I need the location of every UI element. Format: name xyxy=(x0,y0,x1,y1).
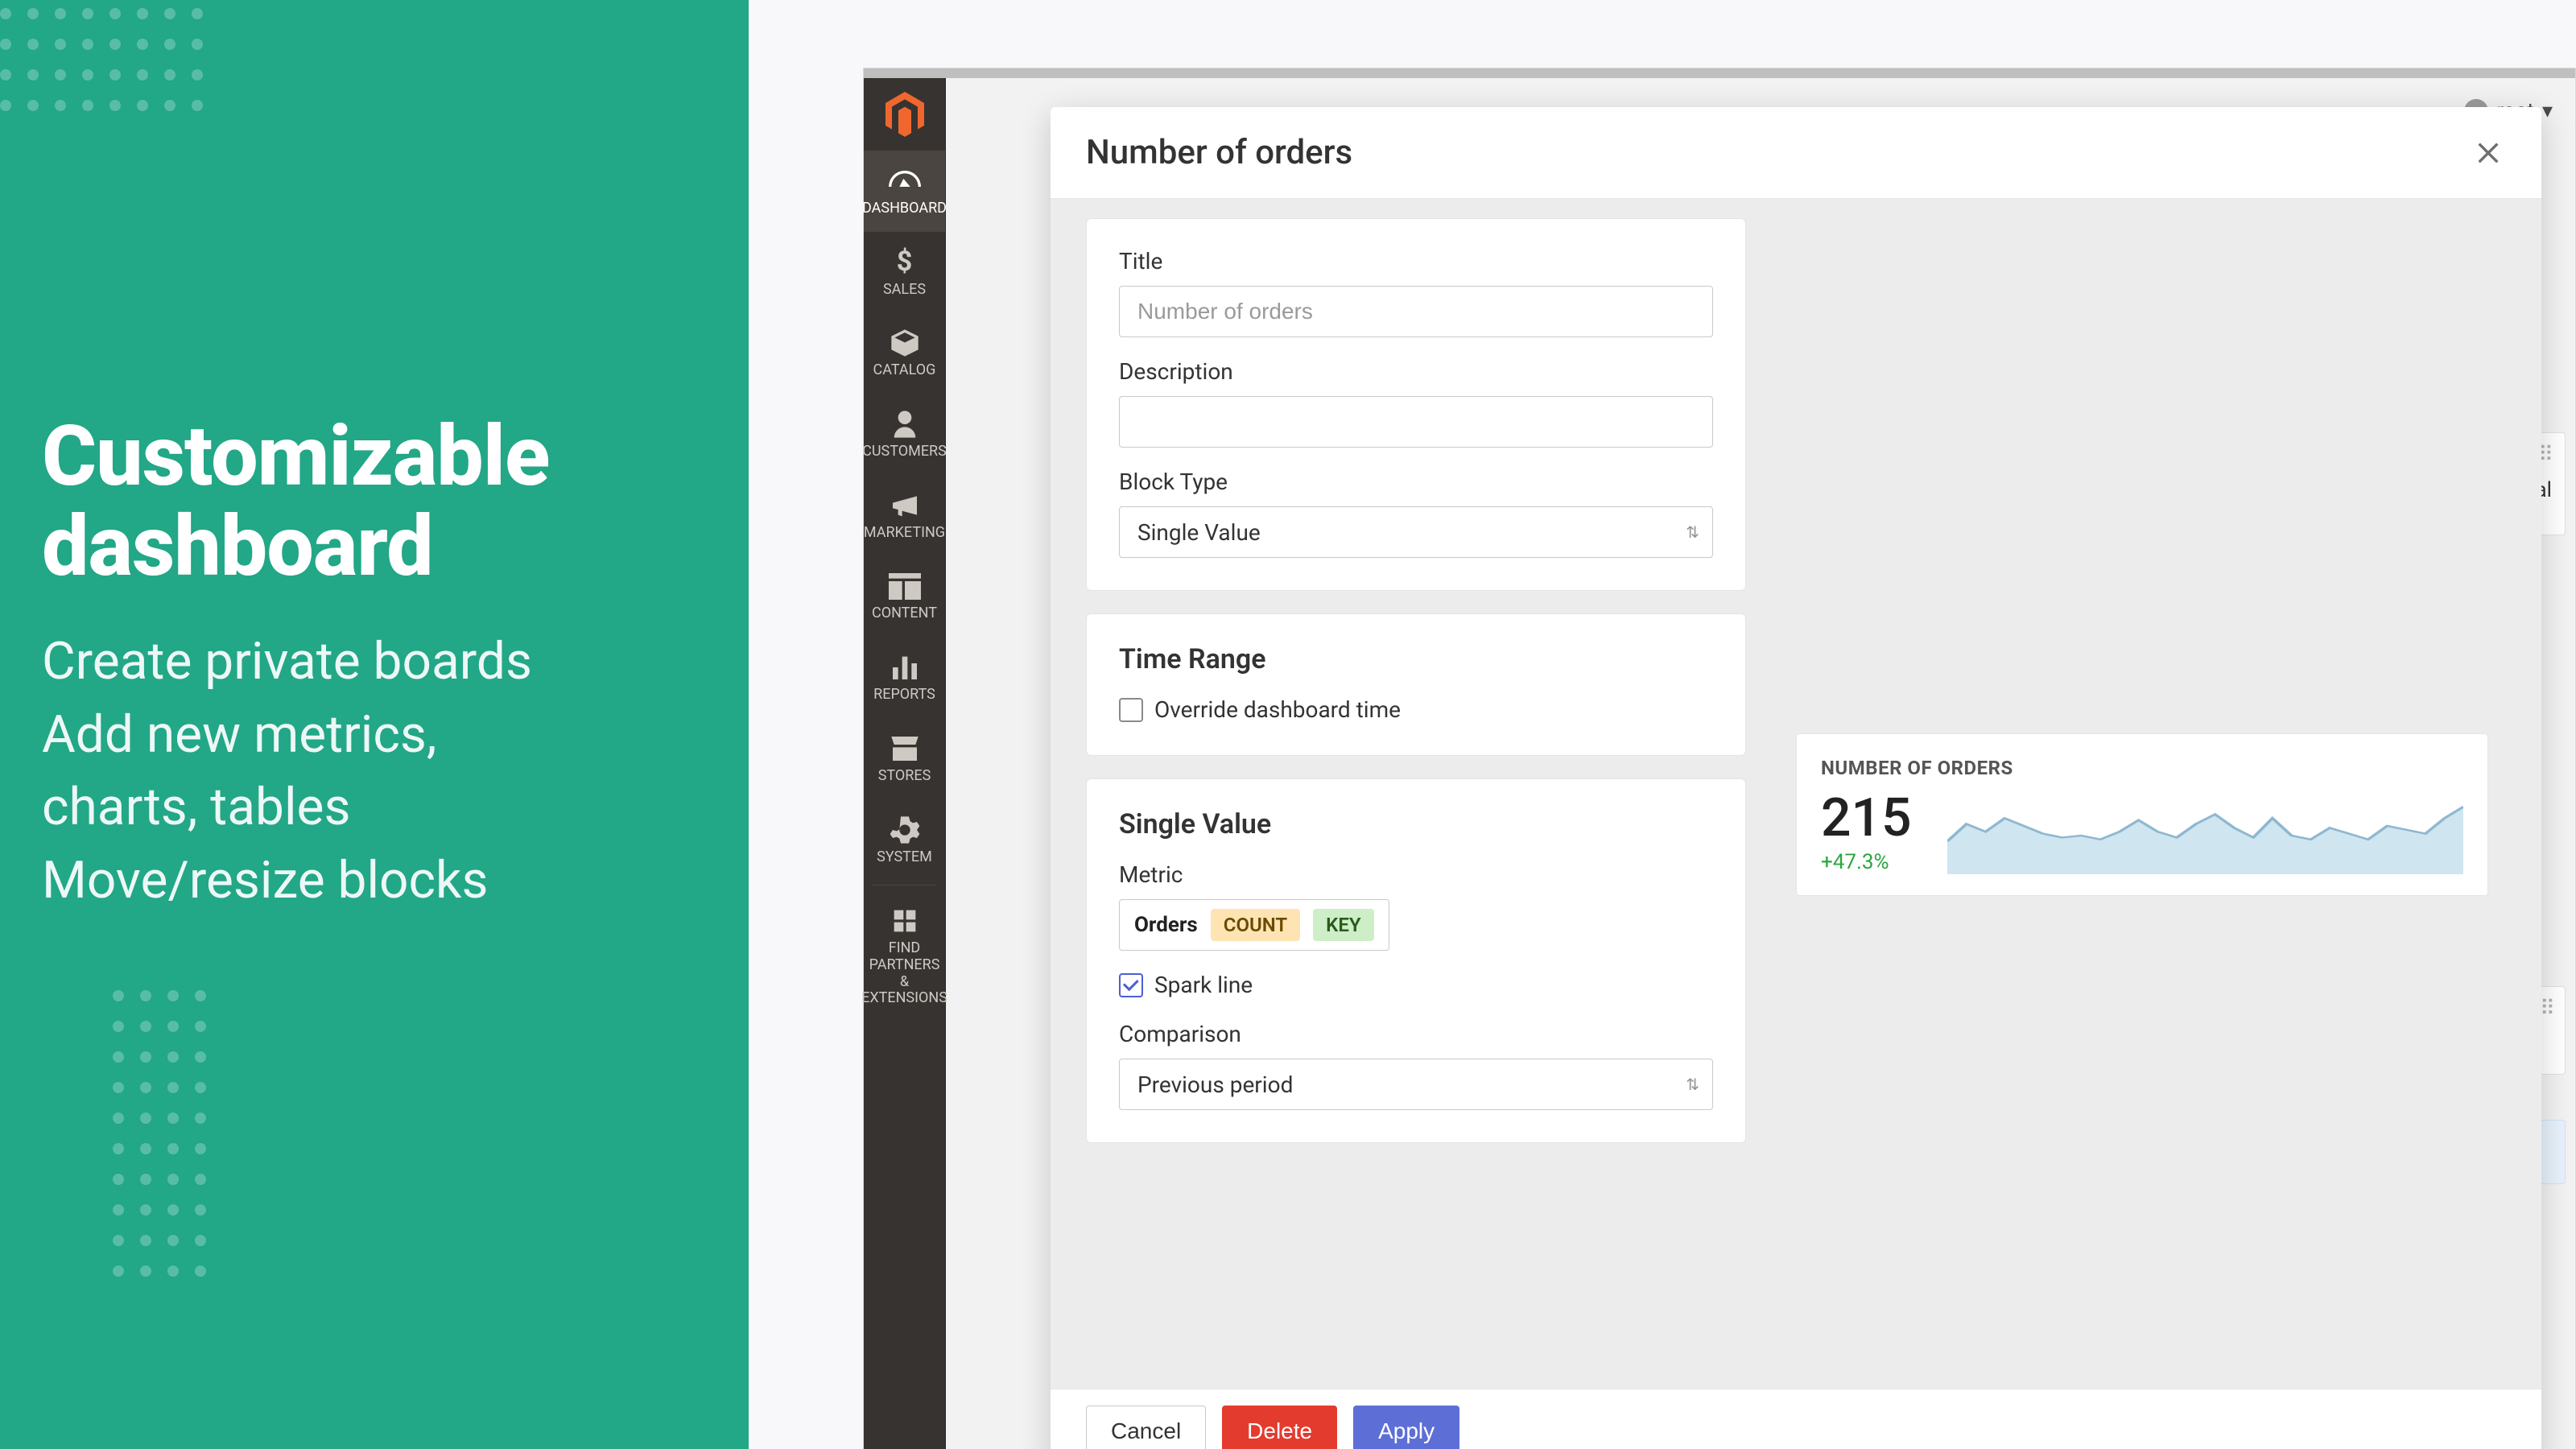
title-label: Title xyxy=(1119,248,1713,275)
comparison-select[interactable]: Previous period ⇅ xyxy=(1119,1059,1713,1110)
blocktype-select[interactable]: Single Value ⇅ xyxy=(1119,506,1713,558)
description-input[interactable] xyxy=(1119,396,1713,448)
sidebar-item-label: SYSTEM xyxy=(877,849,932,866)
description-label: Description xyxy=(1119,358,1713,385)
sidebar-item-label: CONTENT xyxy=(872,605,937,622)
sidebar-item-label: REPORTS xyxy=(873,687,935,704)
form-column: Title Description Block Type Single Val xyxy=(1086,218,1746,1389)
store-icon xyxy=(889,736,921,762)
metric-tag-key: KEY xyxy=(1313,909,1374,941)
app-sidebar: DASHBOARD $ SALES CATALOG CUSTOMERS MARK… xyxy=(864,78,946,1449)
metric-value: Orders xyxy=(1134,913,1198,937)
title-input[interactable] xyxy=(1119,286,1713,337)
metric-select[interactable]: Orders COUNT KEY xyxy=(1119,899,1389,951)
sidebar-item-label: CUSTOMERS xyxy=(862,444,947,460)
modal-footer: Cancel Delete Apply xyxy=(1051,1389,2541,1449)
sidebar-item-marketing[interactable]: MARKETING xyxy=(864,475,945,556)
dollar-icon: $ xyxy=(889,250,921,275)
modal-header: Number of orders xyxy=(1051,107,2541,199)
metric-label: Metric xyxy=(1119,861,1713,888)
sidebar-item-catalog[interactable]: CATALOG xyxy=(864,312,945,394)
chevron-down-icon: ▾ xyxy=(2542,99,2553,123)
preview-sparkline xyxy=(1947,797,2463,874)
megaphone-icon xyxy=(889,493,921,518)
gear-icon xyxy=(889,817,921,843)
box-icon xyxy=(889,330,921,356)
override-time-checkbox[interactable] xyxy=(1119,698,1143,722)
dashboard-icon xyxy=(889,168,921,194)
sidebar-item-label: SALES xyxy=(883,282,926,299)
bar-chart-icon xyxy=(889,654,921,680)
delete-button[interactable]: Delete xyxy=(1222,1406,1337,1449)
block-config-modal: Number of orders Title xyxy=(1051,107,2541,1449)
sidebar-item-partners[interactable]: FIND PARTNERS & EXTENSIONS xyxy=(864,890,945,1022)
sidebar-item-label: MARKETING xyxy=(864,525,945,542)
promo-title: Customizable dashboard xyxy=(42,412,707,593)
metric-tag-count: COUNT xyxy=(1211,909,1300,941)
sidebar-item-label: CATALOG xyxy=(873,362,936,379)
close-icon xyxy=(2475,139,2502,167)
general-card: Title Description Block Type Single Val xyxy=(1086,218,1746,591)
app-area: root ▾ ⠿ Total ⠿ DASHBOARD xyxy=(749,0,2576,1449)
time-range-card: Time Range Override dashboard time xyxy=(1086,613,1746,756)
blocktype-value: Single Value xyxy=(1137,519,1261,546)
window-titlebar xyxy=(864,68,2575,78)
magento-logo-icon[interactable] xyxy=(864,78,945,151)
sparkline-row[interactable]: Spark line xyxy=(1119,972,1713,998)
partners-icon xyxy=(889,908,921,934)
layout-icon xyxy=(889,573,921,599)
apply-button[interactable]: Apply xyxy=(1353,1406,1459,1449)
sidebar-item-label: FIND PARTNERS & EXTENSIONS xyxy=(861,940,947,1007)
sidebar-item-system[interactable]: SYSTEM xyxy=(864,799,945,881)
cancel-button[interactable]: Cancel xyxy=(1086,1406,1206,1449)
sidebar-item-label: DASHBOARD xyxy=(862,200,947,217)
updown-icon: ⇅ xyxy=(1686,1076,1699,1092)
person-icon xyxy=(889,411,921,437)
promo-title-line1: Customizable xyxy=(42,408,549,506)
drag-handle-icon[interactable]: ⠿ xyxy=(2540,997,2558,1021)
sidebar-item-dashboard[interactable]: DASHBOARD xyxy=(864,151,945,232)
promo-panel: Customizable dashboard Create private bo… xyxy=(0,0,749,1449)
promo-subtitle: Create private boards Add new metrics, c… xyxy=(42,625,707,919)
sidebar-item-reports[interactable]: REPORTS xyxy=(864,637,945,718)
sidebar-item-stores[interactable]: STORES xyxy=(864,718,945,799)
sparkline-checkbox[interactable] xyxy=(1119,973,1143,997)
preview-title: NUMBER OF ORDERS xyxy=(1821,757,2463,779)
comparison-value: Previous period xyxy=(1137,1071,1293,1098)
updown-icon: ⇅ xyxy=(1686,524,1699,540)
sidebar-item-content[interactable]: CONTENT xyxy=(864,555,945,637)
override-time-row[interactable]: Override dashboard time xyxy=(1119,696,1713,723)
decorative-dots xyxy=(105,982,242,1288)
preview-delta: +47.3% xyxy=(1821,850,1912,874)
single-value-heading: Single Value xyxy=(1119,808,1713,840)
close-button[interactable] xyxy=(2471,135,2506,171)
sidebar-item-label: STORES xyxy=(878,768,931,785)
modal-body: Title Description Block Type Single Val xyxy=(1051,199,2541,1389)
sidebar-item-customers[interactable]: CUSTOMERS xyxy=(864,394,945,475)
sparkline-label: Spark line xyxy=(1154,972,1253,998)
blocktype-label: Block Type xyxy=(1119,469,1713,495)
comparison-label: Comparison xyxy=(1119,1021,1713,1047)
promo-title-line2: dashboard xyxy=(42,498,433,596)
sidebar-item-sales[interactable]: $ SALES xyxy=(864,232,945,313)
override-time-label: Override dashboard time xyxy=(1154,696,1401,723)
preview-value: 215 xyxy=(1821,792,1912,845)
preview-column: NUMBER OF ORDERS 215 +47.3% xyxy=(1778,218,2506,1389)
preview-card: NUMBER OF ORDERS 215 +47.3% xyxy=(1796,733,2488,896)
modal-title: Number of orders xyxy=(1086,133,1352,172)
decorative-dots xyxy=(0,0,233,122)
sidebar-separator xyxy=(872,885,937,886)
time-range-heading: Time Range xyxy=(1119,643,1713,675)
single-value-card: Single Value Metric Orders COUNT KEY xyxy=(1086,778,1746,1143)
app-window: root ▾ ⠿ Total ⠿ DASHBOARD xyxy=(863,68,2576,1449)
